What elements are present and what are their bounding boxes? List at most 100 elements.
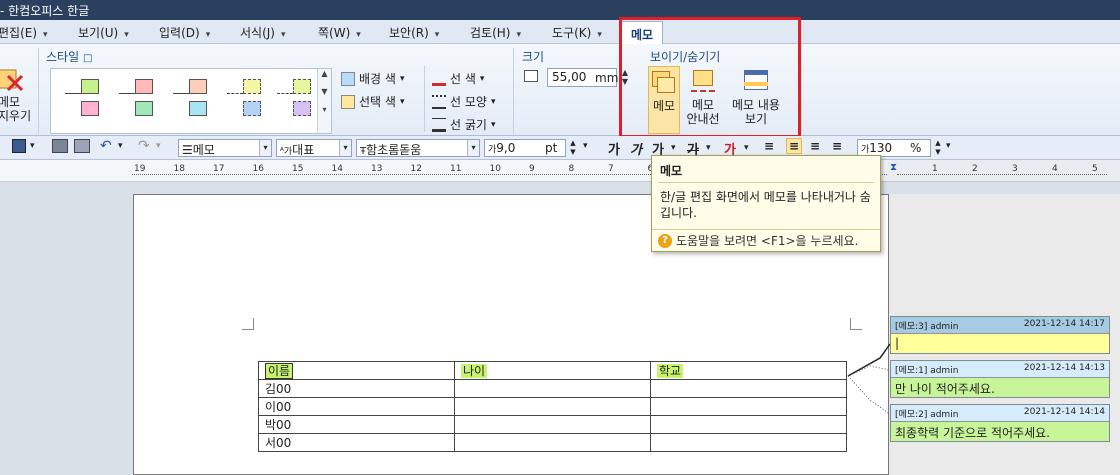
app-title: - 한컴오피스 한글 bbox=[0, 4, 90, 18]
ruler-number: 18 bbox=[173, 164, 185, 174]
strike-dropdown[interactable]: ▾ bbox=[706, 143, 711, 153]
title-bar: - 한컴오피스 한글 bbox=[0, 0, 1120, 20]
menu-tools[interactable]: 도구(K) ▾ bbox=[552, 24, 602, 41]
table-row: 서00 bbox=[258, 433, 847, 452]
redo-icon[interactable]: ↷ bbox=[138, 138, 150, 154]
zoom-spinner[interactable]: ▲ ▼ bbox=[933, 139, 943, 157]
group-divider bbox=[38, 48, 39, 134]
ruler-number: 14 bbox=[331, 164, 343, 174]
gallery-scrollbar[interactable]: ▲ ▼ ▾ bbox=[317, 69, 331, 133]
highlight-frame bbox=[619, 17, 801, 138]
font-color-dropdown[interactable]: ▾ bbox=[744, 143, 749, 153]
select-color-icon bbox=[341, 94, 355, 109]
tooltip: 메모 한/글 편집 화면에서 메모를 나타내거나 숨깁니다. ? 도움말을 보려… bbox=[651, 155, 881, 252]
size-unit: mm bbox=[595, 71, 619, 85]
ruler-indent-marker[interactable]: ⧗ bbox=[890, 162, 897, 173]
table-cell[interactable]: 나이 bbox=[454, 361, 651, 380]
delete-memo-button[interactable]: 메모 지우기 bbox=[0, 68, 36, 134]
italic-button[interactable]: 가 bbox=[630, 139, 642, 158]
table-cell[interactable]: 이름 bbox=[258, 361, 455, 380]
memo-box-1[interactable]: [메모:1] admin 2021-12-14 14:13 만 나이 적어주세요. bbox=[890, 360, 1110, 398]
line-color-button[interactable]: 선 색 ▾ bbox=[432, 70, 484, 87]
align-right-button[interactable]: ≡ bbox=[832, 139, 842, 153]
memo-header: [메모:2] admin 2021-12-14 14:14 bbox=[891, 405, 1109, 421]
delete-memo-icon bbox=[0, 69, 24, 92]
tooltip-body: 한/글 편집 화면에서 메모를 나타내거나 숨깁니다. bbox=[660, 190, 871, 220]
memo-style-3[interactable] bbox=[165, 79, 215, 125]
table-row: 이00 bbox=[258, 397, 847, 416]
line-shape-icon bbox=[432, 94, 446, 109]
ruler-number: 9 bbox=[529, 164, 535, 174]
table-cell[interactable] bbox=[454, 397, 651, 416]
memo-style-4[interactable] bbox=[219, 79, 269, 125]
ruler-number: 10 bbox=[489, 164, 501, 174]
undo-dropdown[interactable]: ▾ bbox=[118, 141, 123, 151]
undo-icon[interactable]: ↶ bbox=[100, 138, 112, 154]
table-cell[interactable] bbox=[454, 433, 651, 452]
width-icon bbox=[524, 70, 538, 82]
menu-edit[interactable]: 편집(E) ▾ bbox=[0, 24, 48, 41]
font-size-spinner[interactable]: ▲ ▼ bbox=[568, 139, 578, 157]
menu-view[interactable]: 보기(U) ▾ bbox=[78, 24, 129, 41]
ruler-number: 19 bbox=[134, 164, 146, 174]
language-icon: ᴬ가 bbox=[280, 147, 293, 157]
group-divider bbox=[513, 48, 514, 134]
bold-button[interactable]: 가 bbox=[608, 139, 620, 158]
memo-box-2[interactable]: [메모:2] admin 2021-12-14 14:14 최종학력 기준으로 적… bbox=[890, 404, 1110, 442]
horizontal-ruler[interactable]: 19181716151413121110987654 12345 ⧗ bbox=[0, 160, 1120, 182]
table-cell[interactable]: 학교 bbox=[650, 361, 847, 380]
memo-style-5[interactable] bbox=[273, 79, 323, 125]
table-cell[interactable]: 이00 bbox=[258, 397, 455, 416]
table-cell[interactable] bbox=[650, 415, 847, 434]
table-cell[interactable] bbox=[650, 379, 847, 398]
align-center-button[interactable]: ≡ bbox=[810, 139, 820, 153]
ruler-number: 12 bbox=[410, 164, 422, 174]
table-cell[interactable] bbox=[454, 415, 651, 434]
save-dropdown[interactable]: ▾ bbox=[30, 141, 35, 151]
table-cell[interactable] bbox=[650, 433, 847, 452]
table-cell[interactable]: 서00 bbox=[258, 433, 455, 452]
menu-review[interactable]: 검토(H) ▾ bbox=[470, 24, 521, 41]
font-select[interactable]: Ŧ함초롬돋움 ▾ bbox=[356, 139, 480, 157]
bg-color-button[interactable]: 배경 색 ▾ bbox=[341, 70, 404, 87]
menu-security[interactable]: 보안(R) ▾ bbox=[389, 24, 439, 41]
language-select[interactable]: ᴬ가대표 ▾ bbox=[276, 139, 352, 157]
ruler-number: 15 bbox=[292, 164, 304, 174]
memo-style-gallery[interactable]: ▲ ▼ ▾ bbox=[50, 68, 332, 134]
align-justify-button[interactable]: ≡ bbox=[764, 139, 774, 153]
ruler-number: 1 bbox=[932, 164, 938, 174]
menu-format[interactable]: 서식(J) ▾ bbox=[240, 24, 286, 41]
line-width-button[interactable]: 선 굵기 ▾ bbox=[432, 116, 495, 133]
zoom-dropdown[interactable]: ▾ bbox=[946, 141, 951, 151]
memo-text[interactable]: | bbox=[891, 333, 1109, 353]
style-select[interactable]: ☰메모 ▾ bbox=[178, 139, 272, 157]
menu-insert[interactable]: 입력(D) ▾ bbox=[159, 24, 210, 41]
select-color-button[interactable]: 선택 색 ▾ bbox=[341, 93, 404, 110]
paint-bucket-icon bbox=[341, 71, 355, 86]
preview-icon[interactable] bbox=[74, 139, 90, 153]
memo-style-2[interactable] bbox=[111, 79, 161, 125]
ruler-number: 7 bbox=[608, 164, 614, 174]
ruler-number: 8 bbox=[568, 164, 575, 174]
table-row: 김00 bbox=[258, 379, 847, 398]
print-icon[interactable] bbox=[52, 139, 68, 153]
underline-dropdown[interactable]: ▾ bbox=[671, 143, 676, 153]
align-left-button[interactable]: ≡ bbox=[786, 138, 803, 154]
menu-page[interactable]: 쪽(W) ▾ bbox=[318, 24, 361, 41]
font-size-input[interactable]: 가9,0 pt bbox=[484, 139, 566, 157]
table-row: 박00 bbox=[258, 415, 847, 434]
document-table[interactable]: 이름 나이 학교 김00 이00 박00 서00 bbox=[258, 361, 847, 452]
memo-style-1[interactable] bbox=[57, 79, 107, 125]
table-cell[interactable] bbox=[454, 379, 651, 398]
table-cell[interactable]: 박00 bbox=[258, 415, 455, 434]
save-icon[interactable] bbox=[12, 139, 26, 153]
delete-memo-label: 메모 지우기 bbox=[0, 95, 32, 123]
memo-box-3[interactable]: [메모:3] admin 2021-12-14 14:17 | bbox=[890, 316, 1110, 354]
table-cell[interactable]: 김00 bbox=[258, 379, 455, 398]
redo-dropdown[interactable]: ▾ bbox=[156, 141, 161, 151]
font-size-dropdown[interactable]: ▾ bbox=[583, 141, 588, 151]
memo-text[interactable]: 최종학력 기준으로 적어주세요. bbox=[891, 421, 1109, 441]
memo-text[interactable]: 만 나이 적어주세요. bbox=[891, 377, 1109, 397]
line-shape-button[interactable]: 선 모양 ▾ bbox=[432, 93, 495, 110]
table-cell[interactable] bbox=[650, 397, 847, 416]
